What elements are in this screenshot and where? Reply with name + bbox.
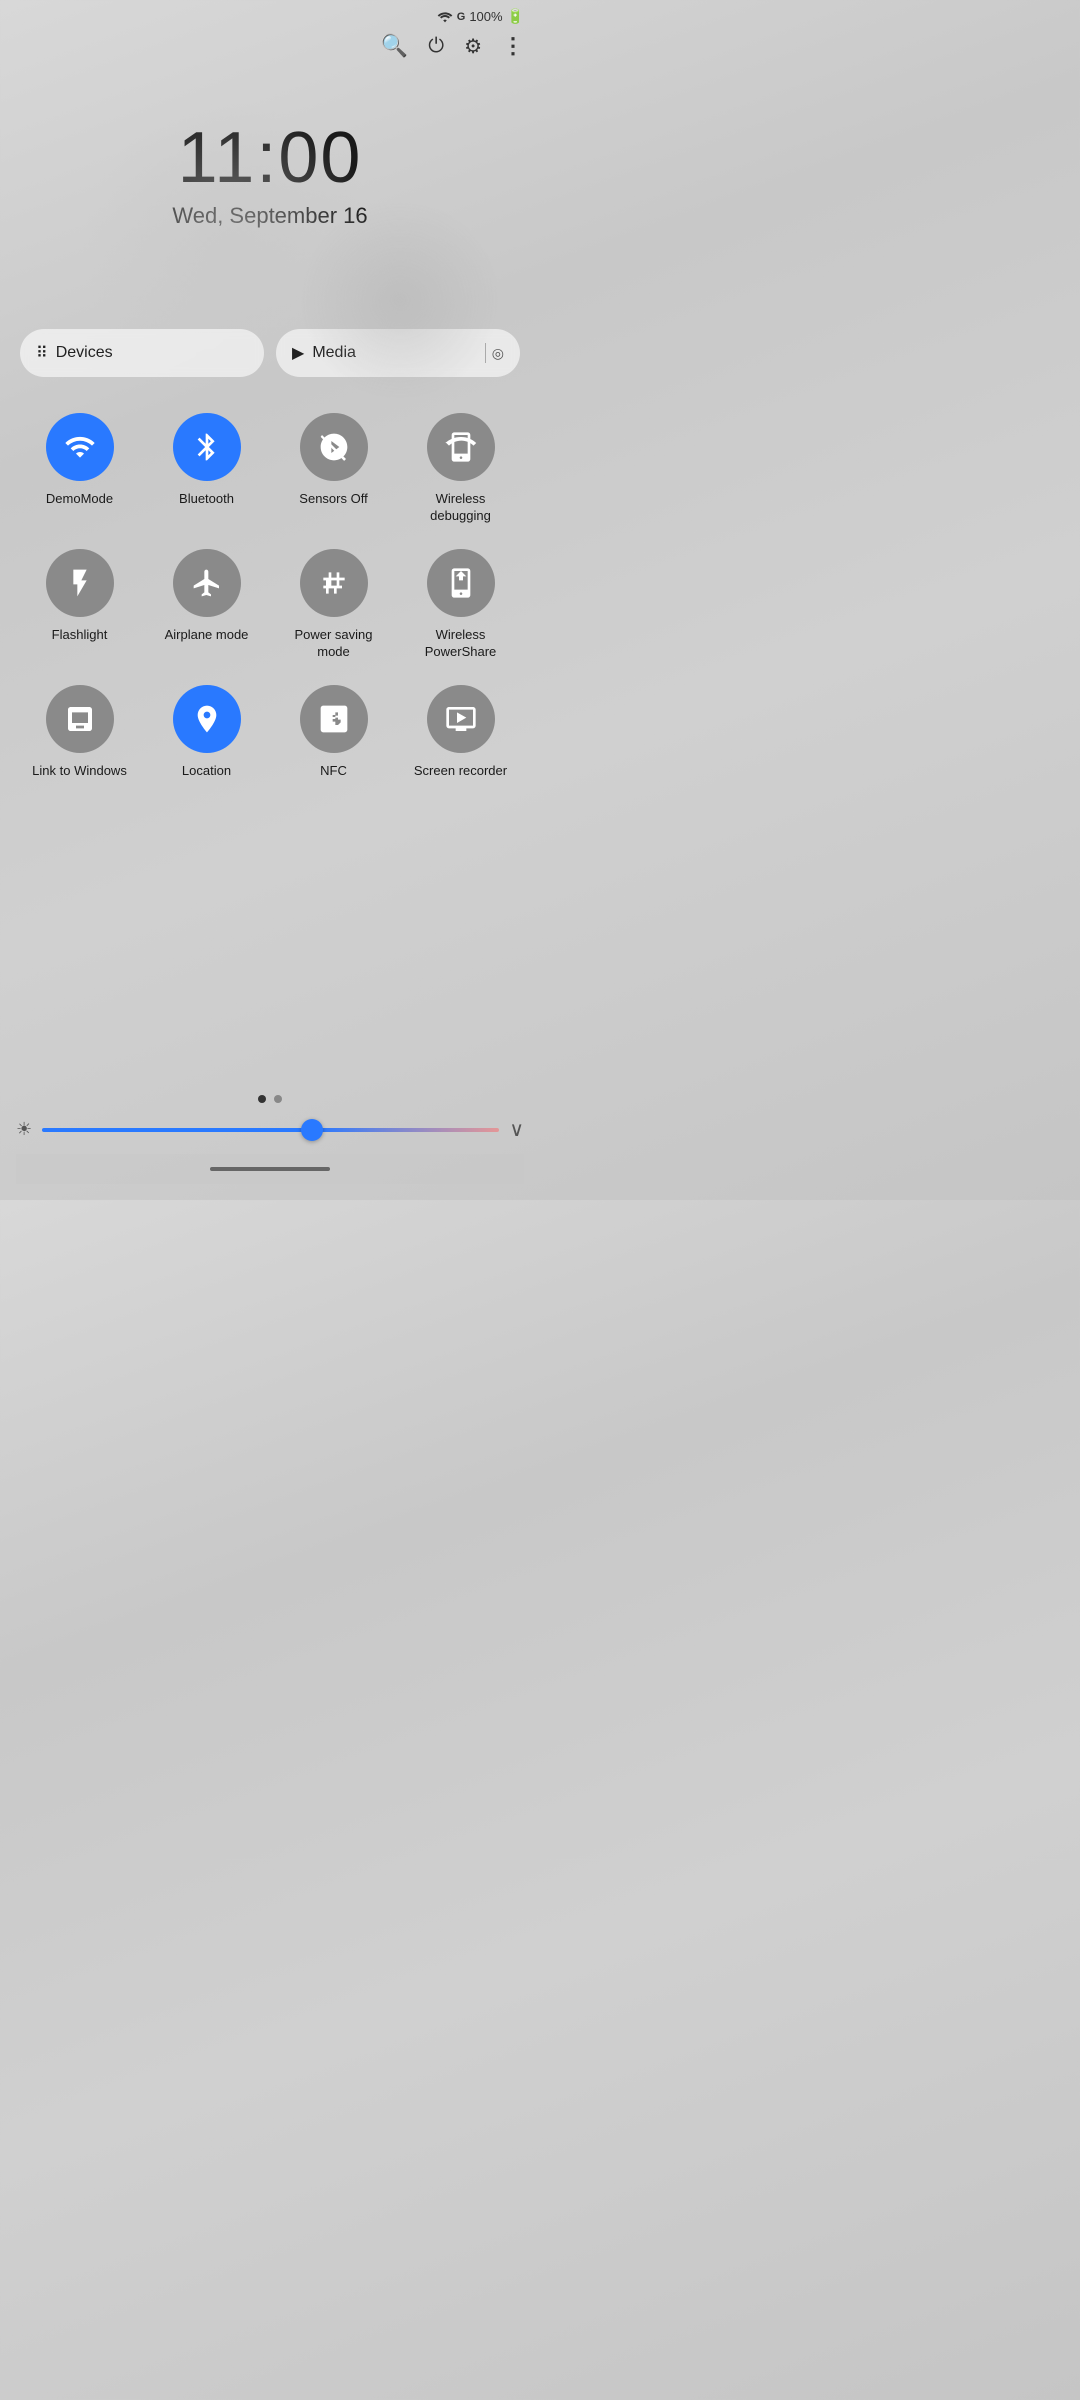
settings-icon[interactable]: ⚙	[464, 34, 482, 59]
screenrecorder-icon	[427, 685, 495, 753]
page-dot-1	[258, 1095, 266, 1103]
brightness-thumb[interactable]	[301, 1119, 323, 1141]
demomode-label: DemoMode	[46, 491, 113, 508]
tiles-row-2: Flashlight Airplane mode Power saving mo…	[16, 537, 524, 673]
status-icons: G 100% 🔋	[437, 8, 524, 25]
tile-nfc[interactable]: NFC	[279, 685, 389, 780]
tile-wirelesspowershare[interactable]: Wireless PowerShare	[406, 549, 516, 661]
airplanemode-label: Airplane mode	[165, 627, 249, 644]
bluetooth-icon	[173, 413, 241, 481]
battery-icon: 🔋	[507, 8, 524, 25]
nfc-label: NFC	[320, 763, 347, 780]
tile-powersaving[interactable]: Power saving mode	[279, 549, 389, 661]
powersaving-icon	[300, 549, 368, 617]
tiles-row-3: Link to Windows Location NFC	[16, 673, 524, 792]
tile-linktowindows[interactable]: Link to Windows	[25, 685, 135, 780]
page-dots	[16, 1095, 524, 1103]
media-output-icon: ◎	[492, 345, 504, 362]
devices-label: Devices	[56, 344, 113, 362]
media-button[interactable]: ▶ Media ◎	[276, 329, 520, 377]
nav-bar-line	[210, 1167, 330, 1171]
tile-location[interactable]: Location	[152, 685, 262, 780]
clock-date: Wed, September 16	[0, 203, 540, 229]
clock-time: 11:00	[0, 117, 540, 199]
location-label: Location	[182, 763, 231, 780]
devices-button[interactable]: ⠿ Devices	[20, 329, 264, 377]
tile-airplanemode[interactable]: Airplane mode	[152, 549, 262, 661]
tile-demomode[interactable]: DemoMode	[25, 413, 135, 525]
wirelessdebugging-icon	[427, 413, 495, 481]
flashlight-icon	[46, 549, 114, 617]
brightness-icon: ☀	[16, 1119, 32, 1140]
bottom-area: ☀ ∨	[0, 1085, 540, 1200]
quick-tiles: DemoMode Bluetooth Sensors Off	[0, 393, 540, 799]
demomode-icon	[46, 413, 114, 481]
tile-bluetooth[interactable]: Bluetooth	[152, 413, 262, 525]
bluetooth-label: Bluetooth	[179, 491, 234, 508]
tile-wirelessdebugging[interactable]: Wireless debugging	[406, 413, 516, 525]
media-right: ◎	[485, 343, 504, 363]
battery-text: 100%	[469, 9, 502, 24]
signal-g: G	[457, 11, 466, 23]
shortcut-buttons: ⠿ Devices ▶ Media ◎	[0, 309, 540, 393]
airplanemode-icon	[173, 549, 241, 617]
linktowindows-label: Link to Windows	[32, 763, 127, 780]
nfc-icon	[300, 685, 368, 753]
media-play-icon: ▶	[292, 343, 304, 363]
wirelesspowershare-icon	[427, 549, 495, 617]
search-icon[interactable]: 🔍	[381, 33, 408, 59]
chevron-down-icon[interactable]: ∨	[509, 1117, 524, 1142]
sensorsoff-label: Sensors Off	[299, 491, 367, 508]
tiles-row-1: DemoMode Bluetooth Sensors Off	[16, 401, 524, 537]
powersaving-label: Power saving mode	[279, 627, 389, 661]
nav-bar	[16, 1154, 524, 1184]
linktowindows-icon	[46, 685, 114, 753]
page-dot-2	[274, 1095, 282, 1103]
wirelessdebugging-label: Wireless debugging	[406, 491, 516, 525]
clock-section: 11:00 Wed, September 16	[0, 67, 540, 269]
tile-flashlight[interactable]: Flashlight	[25, 549, 135, 661]
sensorsoff-icon	[300, 413, 368, 481]
media-label: Media	[312, 344, 356, 362]
brightness-slider[interactable]	[42, 1128, 499, 1132]
tile-screenrecorder[interactable]: Screen recorder	[406, 685, 516, 780]
tile-sensorsoff[interactable]: Sensors Off	[279, 413, 389, 525]
devices-icon: ⠿	[36, 343, 48, 363]
status-bar: G 100% 🔋	[0, 0, 540, 29]
quick-controls: 🔍 ⏻ ⚙ ⋮	[0, 29, 540, 67]
flashlight-label: Flashlight	[52, 627, 108, 644]
location-icon	[173, 685, 241, 753]
more-icon[interactable]: ⋮	[502, 33, 524, 59]
wirelesspowershare-label: Wireless PowerShare	[406, 627, 516, 661]
screenrecorder-label: Screen recorder	[414, 763, 507, 780]
brightness-row: ☀ ∨	[16, 1117, 524, 1142]
power-icon[interactable]: ⏻	[428, 35, 444, 58]
wifi-icon	[437, 10, 453, 24]
